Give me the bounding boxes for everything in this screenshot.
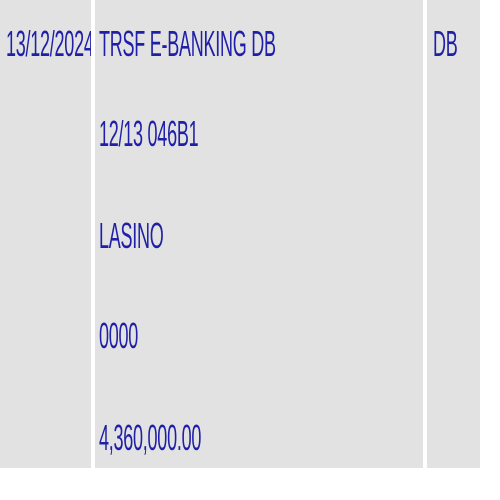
type-cell: DB — [427, 0, 480, 468]
description-line-3: LASINO — [99, 215, 164, 256]
transaction-date: 13/12/2024 — [6, 23, 91, 64]
amount-text: 4,360,000.00 — [99, 417, 202, 458]
description-line-1: TRSF E-BANKING DB — [99, 23, 276, 64]
date-cell: 13/12/2024 — [0, 0, 91, 468]
description-line-2: 12/13 046B1 — [99, 113, 199, 154]
transaction-type: DB — [433, 23, 458, 64]
description-cell: TRSF E-BANKING DB 12/13 046B1 LASINO 000… — [95, 0, 423, 468]
description-line-4: 0000 — [99, 315, 139, 356]
transaction-table: 13/12/2024 TRSF E-BANKING DB 12/13 046B1… — [0, 0, 480, 468]
